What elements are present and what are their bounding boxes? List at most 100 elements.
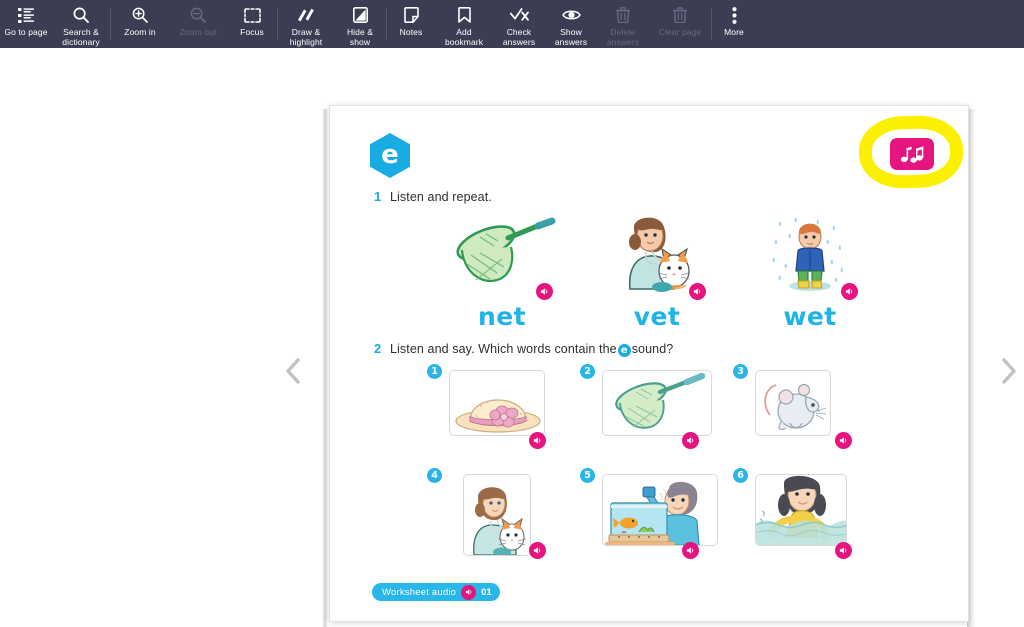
music-notes-icon	[900, 145, 924, 163]
hide-show-icon	[347, 5, 373, 25]
toolbar-item-label: Show answers	[554, 27, 588, 47]
speaker-icon	[533, 437, 541, 444]
previous-page-arrow[interactable]	[275, 350, 309, 392]
inline-letter-e: e	[617, 344, 631, 357]
toolbar-zoom-out-button: Zoom out	[169, 0, 227, 48]
toolbar-item-label: Check answers	[502, 27, 536, 47]
question-item-2: 2	[580, 364, 712, 449]
main-toolbar: Go to page Search & dictionary Zoom in Zoom…	[0, 0, 1024, 48]
word-label-wet: wet	[783, 302, 837, 331]
question-item-1: 1	[427, 364, 557, 449]
vet-illustration	[577, 213, 737, 293]
question-number-4: 4	[427, 468, 442, 483]
audio-button-question-5[interactable]	[682, 542, 699, 559]
check-icon	[506, 5, 532, 25]
chevron-right-icon	[1001, 358, 1016, 384]
toolbar-add-bookmark-button[interactable]: Add bookmark	[435, 0, 493, 48]
page-stage: e 1 Listen and repeat. net vet wet 2 Lis…	[0, 48, 1024, 627]
question-image-4[interactable]	[463, 474, 531, 556]
toolbar-item-label: Zoom out	[179, 27, 217, 37]
question-number-5: 5	[580, 468, 595, 483]
audio-button-net[interactable]	[536, 283, 553, 300]
toolbar-item-label: Hide & show	[346, 27, 374, 47]
toolbar-draw-highlight-button[interactable]: Draw & highlight	[278, 0, 334, 48]
wet-illustration	[730, 213, 890, 293]
audio-button-question-1[interactable]	[529, 432, 546, 449]
audio-button-wet[interactable]	[841, 283, 858, 300]
toolbar-item-label: More	[724, 27, 744, 37]
audio-button-question-4[interactable]	[529, 542, 546, 559]
toolbar-item-label: Zoom in	[124, 27, 156, 37]
worksheet-page: e 1 Listen and repeat. net vet wet 2 Lis…	[329, 105, 969, 622]
question-item-5: 5	[580, 468, 718, 559]
eye-icon	[558, 5, 584, 25]
toolbar-item-label: Focus	[240, 27, 264, 37]
audio-button-question-3[interactable]	[835, 432, 852, 449]
zoom-out-icon	[185, 5, 211, 25]
toolbar-item-label: Add bookmark	[444, 27, 484, 47]
audio-button-question-6[interactable]	[835, 542, 852, 559]
pen-icon	[293, 5, 319, 25]
toolbar-go-to-page-button[interactable]: Go to page	[0, 0, 52, 48]
word-label-net: net	[478, 302, 526, 331]
toolbar-focus-button[interactable]: Focus	[227, 0, 277, 48]
toolbar-hide-show-button[interactable]: Hide & show	[334, 0, 386, 48]
exercise-2-number: 2	[374, 341, 382, 356]
audio-button-question-2[interactable]	[682, 432, 699, 449]
net-illustration	[422, 213, 582, 293]
toolbar-clear-page-button: Clear page	[649, 0, 711, 48]
toolbar-delete-answers-button: Delete answers	[597, 0, 649, 48]
exercise-1-instruction: 1 Listen and repeat.	[374, 189, 492, 204]
audio-button-vet[interactable]	[689, 283, 706, 300]
toolbar-item-label: Draw & highlight	[289, 27, 323, 47]
toolbar-item-label: Search & dictionary	[62, 27, 100, 47]
list-icon	[13, 5, 39, 25]
speaker-icon	[839, 437, 847, 444]
question-item-3: 3	[733, 364, 863, 449]
worksheet-audio-label: Worksheet audio	[382, 586, 457, 598]
trash-icon	[610, 5, 636, 25]
exercise-2-text-after: sound?	[631, 342, 674, 356]
page-stack-left-edge	[322, 109, 328, 627]
question-image-5[interactable]	[602, 474, 718, 546]
toolbar-zoom-in-button[interactable]: Zoom in	[111, 0, 169, 48]
exercise-2-text-before: Listen and say. Which words contain the	[390, 342, 617, 356]
toolbar-item-label: Clear page	[658, 27, 702, 37]
worksheet-audio-speaker-icon[interactable]	[461, 584, 477, 600]
toolbar-more-button[interactable]: More	[712, 0, 756, 48]
question-number-1: 1	[427, 364, 442, 379]
question-item-6: 6	[733, 468, 863, 559]
chevron-left-icon	[285, 358, 300, 384]
question-number-2: 2	[580, 364, 595, 379]
question-number-3: 3	[733, 364, 748, 379]
search-icon	[68, 5, 94, 25]
next-page-arrow[interactable]	[992, 350, 1024, 392]
note-icon	[398, 5, 424, 25]
question-image-2[interactable]	[602, 370, 712, 436]
question-image-6[interactable]	[755, 474, 847, 546]
worksheet-audio-pill[interactable]: Worksheet audio 01	[372, 583, 500, 601]
question-image-1[interactable]	[449, 370, 545, 436]
toolbar-item-label: Go to page	[4, 27, 48, 37]
word-label-vet: vet	[633, 302, 681, 331]
worksheet-audio-track: 01	[481, 586, 492, 598]
speaker-icon	[845, 288, 853, 295]
speaker-icon	[686, 437, 694, 444]
speaker-icon	[533, 547, 541, 554]
toolbar-item-label: Notes	[399, 27, 423, 37]
question-image-3[interactable]	[755, 370, 831, 436]
speaker-icon	[693, 288, 701, 295]
toolbar-search-dictionary-button[interactable]: Search & dictionary	[52, 0, 110, 48]
toolbar-notes-button[interactable]: Notes	[387, 0, 435, 48]
toolbar-item-label: Delete answers	[606, 27, 640, 47]
focus-icon	[239, 5, 265, 25]
speaker-icon	[686, 547, 694, 554]
bookmark-icon	[451, 5, 477, 25]
toolbar-check-answers-button[interactable]: Check answers	[493, 0, 545, 48]
trash-icon	[667, 5, 693, 25]
zoom-in-icon	[127, 5, 153, 25]
exercise-1-text: Listen and repeat.	[390, 190, 492, 204]
word-card-net: net	[422, 213, 582, 331]
song-audio-button[interactable]	[890, 138, 934, 170]
toolbar-show-answers-button[interactable]: Show answers	[545, 0, 597, 48]
